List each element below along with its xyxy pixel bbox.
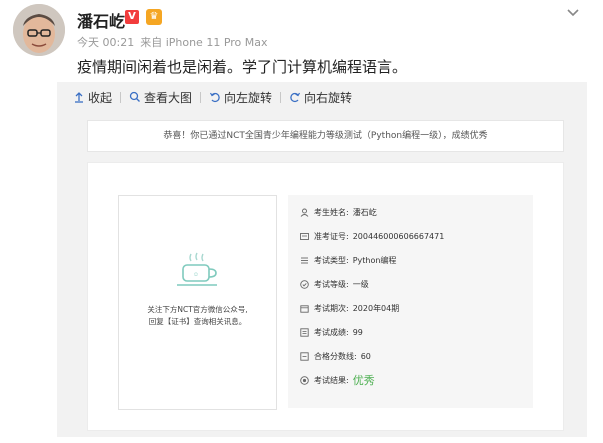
qr-instructions-line1: 关注下方NCT官方微信公众号, xyxy=(147,305,248,314)
info-value: 99 xyxy=(352,327,363,337)
info-value: Python编程 xyxy=(352,255,397,265)
info-row-type: 考试类型: Python编程 xyxy=(300,253,396,267)
info-label: 考试类型: xyxy=(314,255,349,265)
toolbar-divider xyxy=(200,91,202,103)
info-label: 考试成绩: xyxy=(314,327,349,337)
check-circle-icon xyxy=(300,279,309,289)
search-icon xyxy=(129,91,140,102)
score-icon xyxy=(300,327,309,337)
result-icon xyxy=(300,375,309,385)
list-icon xyxy=(301,257,308,263)
info-label: 考试结果: xyxy=(314,375,349,385)
qr-instructions-line2: 回复【证书】查询相关讯息。 xyxy=(148,317,247,326)
info-value: 一级 xyxy=(352,279,369,289)
info-label: 准考证号: xyxy=(314,231,349,241)
info-value: 200446000606667471 xyxy=(352,231,445,241)
person-icon xyxy=(300,208,309,217)
info-row-period: 考试期次: 2020年04期 xyxy=(300,301,399,315)
card-icon xyxy=(300,232,309,240)
result-value: 优秀 xyxy=(352,374,375,387)
image-toolbar: 收起 查看大图 向左旋转 向右旋转 xyxy=(57,82,587,112)
verified-badge-icon: V xyxy=(125,10,139,24)
info-row-score: 考试成绩: 99 xyxy=(300,325,363,339)
certificate-card: ☺ 关注下方NCT官方微信公众号, 回复【证书】查询相关讯息。 考生姓名: 潘石… xyxy=(87,162,564,431)
candidate-info: 考生姓名: 潘石屹 准考证号: 200446000606667471 考试类型:… xyxy=(288,195,533,408)
info-row-passline: 合格分数线: 60 xyxy=(300,349,371,363)
media-panel: 收起 查看大图 向左旋转 向右旋转 恭喜！你已通过NCT全国青少年编程能力等级测… xyxy=(57,82,587,437)
post-source: 来自 iPhone 11 Pro Max xyxy=(140,36,268,49)
collapse-button[interactable]: 收起 xyxy=(73,89,112,106)
crown-icon: ♛ xyxy=(146,9,162,25)
rotate-left-icon xyxy=(210,92,220,103)
rotate-right-button[interactable]: 向右旋转 xyxy=(289,89,352,106)
coffee-cup-icon: ☺ xyxy=(177,252,217,286)
rotate-left-button[interactable]: 向左旋转 xyxy=(209,89,272,106)
collapse-label: 收起 xyxy=(88,90,113,105)
toolbar-divider xyxy=(120,91,122,103)
line-icon xyxy=(300,351,309,361)
avatar[interactable] xyxy=(13,4,65,56)
post-meta: 今天 00:21 来自 iPhone 11 Pro Max xyxy=(77,34,274,50)
info-value: 2020年04期 xyxy=(352,303,400,313)
rotate-left-label: 向左旋转 xyxy=(224,90,273,105)
username[interactable]: 潘石屹 xyxy=(77,8,125,32)
view-large-button[interactable]: 查看大图 xyxy=(129,89,192,106)
info-value: 潘石屹 xyxy=(352,207,377,217)
post-time[interactable]: 今天 00:21 xyxy=(77,36,134,49)
qr-instructions: 关注下方NCT官方微信公众号, 回复【证书】查询相关讯息。 xyxy=(119,304,276,328)
qr-box: ☺ 关注下方NCT官方微信公众号, 回复【证书】查询相关讯息。 xyxy=(118,195,277,410)
toolbar-divider xyxy=(280,91,282,103)
info-row-name: 考生姓名: 潘石屹 xyxy=(300,205,377,219)
view-large-label: 查看大图 xyxy=(144,90,193,105)
certificate-banner: 恭喜！你已通过NCT全国青少年编程能力等级测试（Python编程一级），成绩优秀 xyxy=(87,120,564,152)
collapse-icon xyxy=(75,92,83,103)
post-text: 疫情期间闲着也是闲着。学了门计算机编程语言。 xyxy=(77,58,408,76)
info-label: 考生姓名: xyxy=(314,207,349,217)
calendar-icon xyxy=(300,304,309,313)
rotate-right-icon xyxy=(290,92,301,103)
chevron-down-icon[interactable] xyxy=(565,4,581,20)
info-value: 60 xyxy=(360,351,371,361)
info-row-level: 考试等级: 一级 xyxy=(300,277,369,291)
info-label: 考试等级: xyxy=(314,279,349,289)
info-row-result: 考试结果: 优秀 xyxy=(300,373,375,387)
info-label: 合格分数线: xyxy=(314,351,357,361)
info-row-id: 准考证号: 200446000606667471 xyxy=(300,229,444,243)
rotate-right-label: 向右旋转 xyxy=(304,90,353,105)
svg-text:☺: ☺ xyxy=(193,272,199,278)
info-label: 考试期次: xyxy=(314,303,349,313)
